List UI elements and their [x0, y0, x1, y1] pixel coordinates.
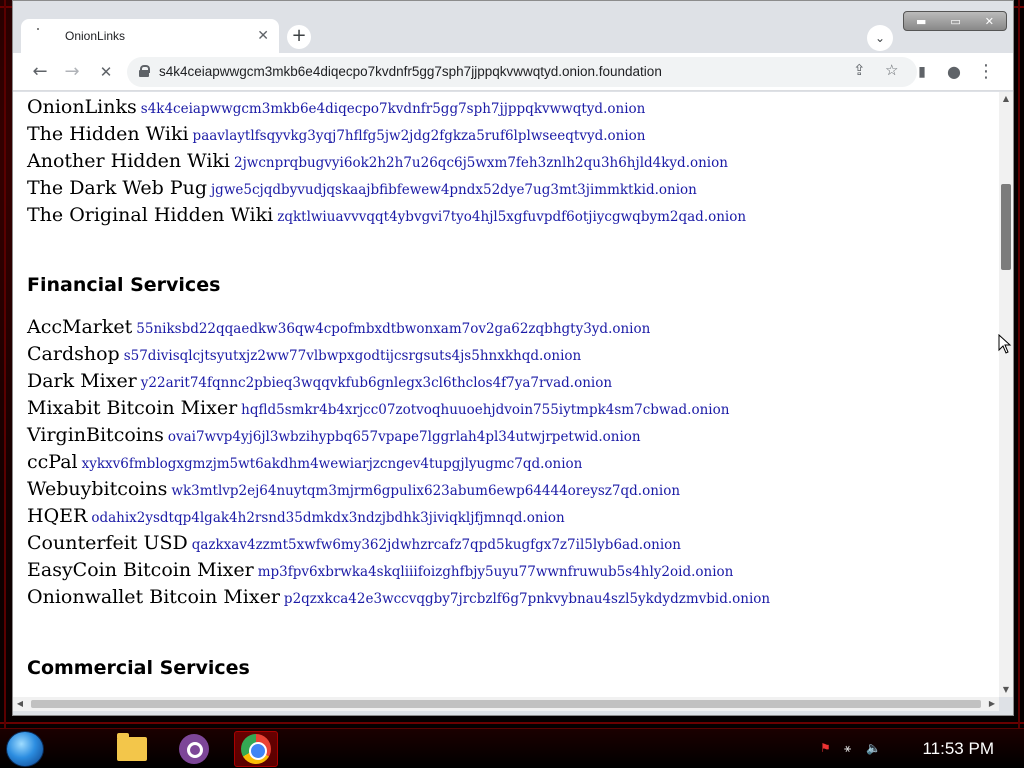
taskbar-clock[interactable]: 11:53 PM: [922, 739, 994, 759]
network-icon[interactable]: ⚹: [844, 741, 851, 756]
browser-window: OnionLinks ✕ + ⌄ ▬ ▭ ✕ ← → ✕ s4k4ceiapww…: [12, 0, 1014, 716]
onion-link[interactable]: 55niksbd22qqaedkw36qw4cpofmbxdtbwonxam7o…: [136, 321, 650, 337]
new-tab-button[interactable]: +: [287, 25, 311, 49]
link-name: AccMarket: [27, 316, 133, 338]
close-window-button[interactable]: ✕: [985, 16, 994, 27]
link-name: OnionLinks: [27, 96, 137, 118]
chrome-icon: [241, 734, 271, 764]
onion-link[interactable]: s4k4ceiapwwgcm3mkb6e4diqecpo7kvdnfr5gg7s…: [141, 101, 646, 117]
list-item: Cardshop s57divisqlcjtsyutxjz2ww77vlbwpxg…: [27, 343, 581, 365]
onion-link[interactable]: p2qzxkca42e3wccvqgby7jrcbzlf6g7pnkvybnau…: [284, 591, 770, 607]
link-name: Counterfeit USD: [27, 532, 188, 554]
onion-link[interactable]: zqktlwiuavvvqqt4ybvgvi7tyo4hjl5xgfuvpdf6…: [277, 209, 746, 225]
tab-title: OnionLinks: [65, 29, 126, 43]
scrollbar-thumb[interactable]: [1001, 184, 1011, 270]
share-icon[interactable]: ⇪: [853, 61, 866, 79]
vertical-scrollbar[interactable]: ▲ ▼: [999, 92, 1013, 697]
section-heading-commercial: Commercial Services: [27, 657, 250, 679]
loading-favicon-icon: [35, 28, 51, 44]
minimize-button[interactable]: ▬: [916, 16, 926, 27]
forward-button[interactable]: →: [59, 59, 85, 85]
browser-toolbar: ← → ✕ s4k4ceiapwwgcm3mkb6e4diqecpo7kvdnf…: [13, 53, 1013, 91]
page-viewport: OnionLinks s4k4ceiapwwgcm3mkb6e4diqecpo7k…: [13, 92, 1013, 697]
onion-link[interactable]: paavlaytlfsqyvkg3yqj7hflfg5jw2jdg2fgkza5…: [193, 128, 646, 144]
scrollbar-thumb[interactable]: [31, 700, 981, 708]
onion-link[interactable]: odahix2ysdtqp4lgak4h2rsnd35dmkdx3ndzjbdh…: [91, 510, 564, 526]
stop-loading-button[interactable]: ✕: [93, 59, 119, 85]
maximize-button[interactable]: ▭: [950, 16, 960, 27]
volume-icon[interactable]: 🔈: [866, 741, 881, 755]
address-bar[interactable]: s4k4ceiapwwgcm3mkb6e4diqecpo7kvdnfr5gg7s…: [127, 57, 917, 87]
list-item: Another Hidden Wiki 2jwcnprqbugvyi6ok2h2h…: [27, 150, 728, 172]
list-item: Webuybitcoins wk3mtlvp2ej64nuytqm3mjrm6gp…: [27, 478, 680, 500]
onion-link[interactable]: qazkxav4zzmt5xwfw6my362jdwhzrcafz7qpd5ku…: [192, 537, 681, 553]
side-panel-icon[interactable]: ▮: [909, 59, 935, 85]
list-item: Counterfeit USD qazkxav4zzmt5xwfw6my362jd…: [27, 532, 681, 554]
horizontal-scrollbar[interactable]: ◀ ▶: [13, 697, 999, 711]
start-button[interactable]: [6, 731, 44, 767]
action-center-flag-icon[interactable]: ⚑: [820, 741, 831, 755]
desktop-decor-line: [1018, 0, 1020, 768]
onion-link[interactable]: jgwe5cjqdbyvudjqskaajbfibfewew4pndx52dye…: [211, 182, 697, 198]
link-name: The Hidden Wiki: [27, 123, 189, 145]
list-item: Mixabit Bitcoin Mixer hqfld5smkr4b4xrjcc0…: [27, 397, 729, 419]
list-item: Onionwallet Bitcoin Mixer p2qzxkca42e3wcc…: [27, 586, 770, 608]
address-bar-url[interactable]: s4k4ceiapwwgcm3mkb6e4diqecpo7kvdnfr5gg7s…: [159, 64, 662, 79]
tab-search-button[interactable]: ⌄: [867, 25, 893, 51]
link-name: Webuybitcoins: [27, 478, 168, 500]
taskbar: ⚑ ⚹ 🔈 11:53 PM: [0, 728, 1024, 768]
onion-link[interactable]: y22arit74fqnnc2pbieq3wqqvkfub6gnlegx3cl6…: [141, 375, 612, 391]
scroll-up-arrow-icon[interactable]: ▲: [999, 92, 1013, 106]
link-name: VirginBitcoins: [27, 424, 164, 446]
scroll-left-arrow-icon[interactable]: ◀: [13, 697, 27, 711]
back-button[interactable]: ←: [27, 59, 53, 85]
link-name: The Original Hidden Wiki: [27, 204, 274, 226]
onion-link[interactable]: hqfld5smkr4b4xrjcc07zotvoqhuuoehjdvoin75…: [241, 402, 729, 418]
taskbar-tor-browser[interactable]: [172, 731, 216, 767]
desktop-decor-line: [4, 0, 6, 768]
scroll-down-arrow-icon[interactable]: ▼: [999, 683, 1013, 697]
onion-link[interactable]: mp3fpv6xbrwka4skqliiifoizghfbjy5uyu77wwn…: [258, 564, 734, 580]
taskbar-file-explorer[interactable]: [110, 731, 154, 767]
link-name: ccPal: [27, 451, 78, 473]
tab-onionlinks[interactable]: OnionLinks ✕: [21, 19, 279, 53]
tor-browser-icon: [179, 734, 209, 764]
folder-icon: [117, 733, 147, 761]
section-heading-financial: Financial Services: [27, 274, 221, 296]
list-item: Dark Mixer y22arit74fqnnc2pbieq3wqqvkfub6…: [27, 370, 612, 392]
list-item: AccMarket 55niksbd22qqaedkw36qw4cpofmbxdt…: [27, 316, 650, 338]
list-item: EasyCoin Bitcoin Mixer mp3fpv6xbrwka4skql…: [27, 559, 733, 581]
list-item: VirginBitcoins ovai7wvp4yj6jl3wbzihypbq65…: [27, 424, 641, 446]
bookmark-star-icon[interactable]: ☆: [885, 61, 898, 79]
list-item: The Hidden Wiki paavlaytlfsqyvkg3yqj7hflf…: [27, 123, 646, 145]
onion-link[interactable]: ovai7wvp4yj6jl3wbzihypbq657vpape7lggrlah…: [168, 429, 641, 445]
profile-icon[interactable]: ●: [941, 59, 967, 85]
window-controls: ▬ ▭ ✕: [903, 11, 1007, 31]
link-name: Mixabit Bitcoin Mixer: [27, 397, 238, 419]
link-name: Cardshop: [27, 343, 120, 365]
link-name: Another Hidden Wiki: [27, 150, 230, 172]
list-item: The Dark Web Pug jgwe5cjqdbyvudjqskaajbfi…: [27, 177, 697, 199]
browser-titlebar: OnionLinks ✕ + ⌄ ▬ ▭ ✕: [13, 1, 1013, 53]
onion-link[interactable]: wk3mtlvp2ej64nuytqm3mjrm6gpulix623abum6e…: [171, 483, 680, 499]
browser-menu-icon[interactable]: ⋮: [973, 59, 999, 85]
link-name: The Dark Web Pug: [27, 177, 207, 199]
link-name: HQER: [27, 505, 88, 527]
list-item: ccPal xykxv6fmblogxgmzjm5wt6akdhm4wewiarj…: [27, 451, 582, 473]
link-name: Dark Mixer: [27, 370, 137, 392]
tab-close-icon[interactable]: ✕: [257, 28, 269, 44]
list-item: HQER odahix2ysdtqp4lgak4h2rsnd35dmkdx3ndz…: [27, 505, 565, 527]
onion-link[interactable]: xykxv6fmblogxgmzjm5wt6akdhm4wewiarjzcnge…: [82, 456, 583, 472]
onion-link[interactable]: s57divisqlcjtsyutxjz2ww77vlbwpxgodtijcsr…: [124, 348, 582, 364]
mouse-cursor-icon: [998, 334, 1012, 354]
link-name: Onionwallet Bitcoin Mixer: [27, 586, 280, 608]
onion-link[interactable]: 2jwcnprqbugvyi6ok2h2h7u26qc6j5wxm7feh3zn…: [234, 155, 728, 171]
list-item: The Original Hidden Wiki zqktlwiuavvvqqt4…: [27, 204, 746, 226]
scroll-right-arrow-icon[interactable]: ▶: [985, 697, 999, 711]
link-name: EasyCoin Bitcoin Mixer: [27, 559, 254, 581]
list-item: OnionLinks s4k4ceiapwwgcm3mkb6e4diqecpo7k…: [27, 96, 645, 118]
desktop-decor-line: [0, 722, 1024, 724]
lock-icon[interactable]: [139, 65, 150, 77]
taskbar-chrome[interactable]: [234, 731, 278, 767]
